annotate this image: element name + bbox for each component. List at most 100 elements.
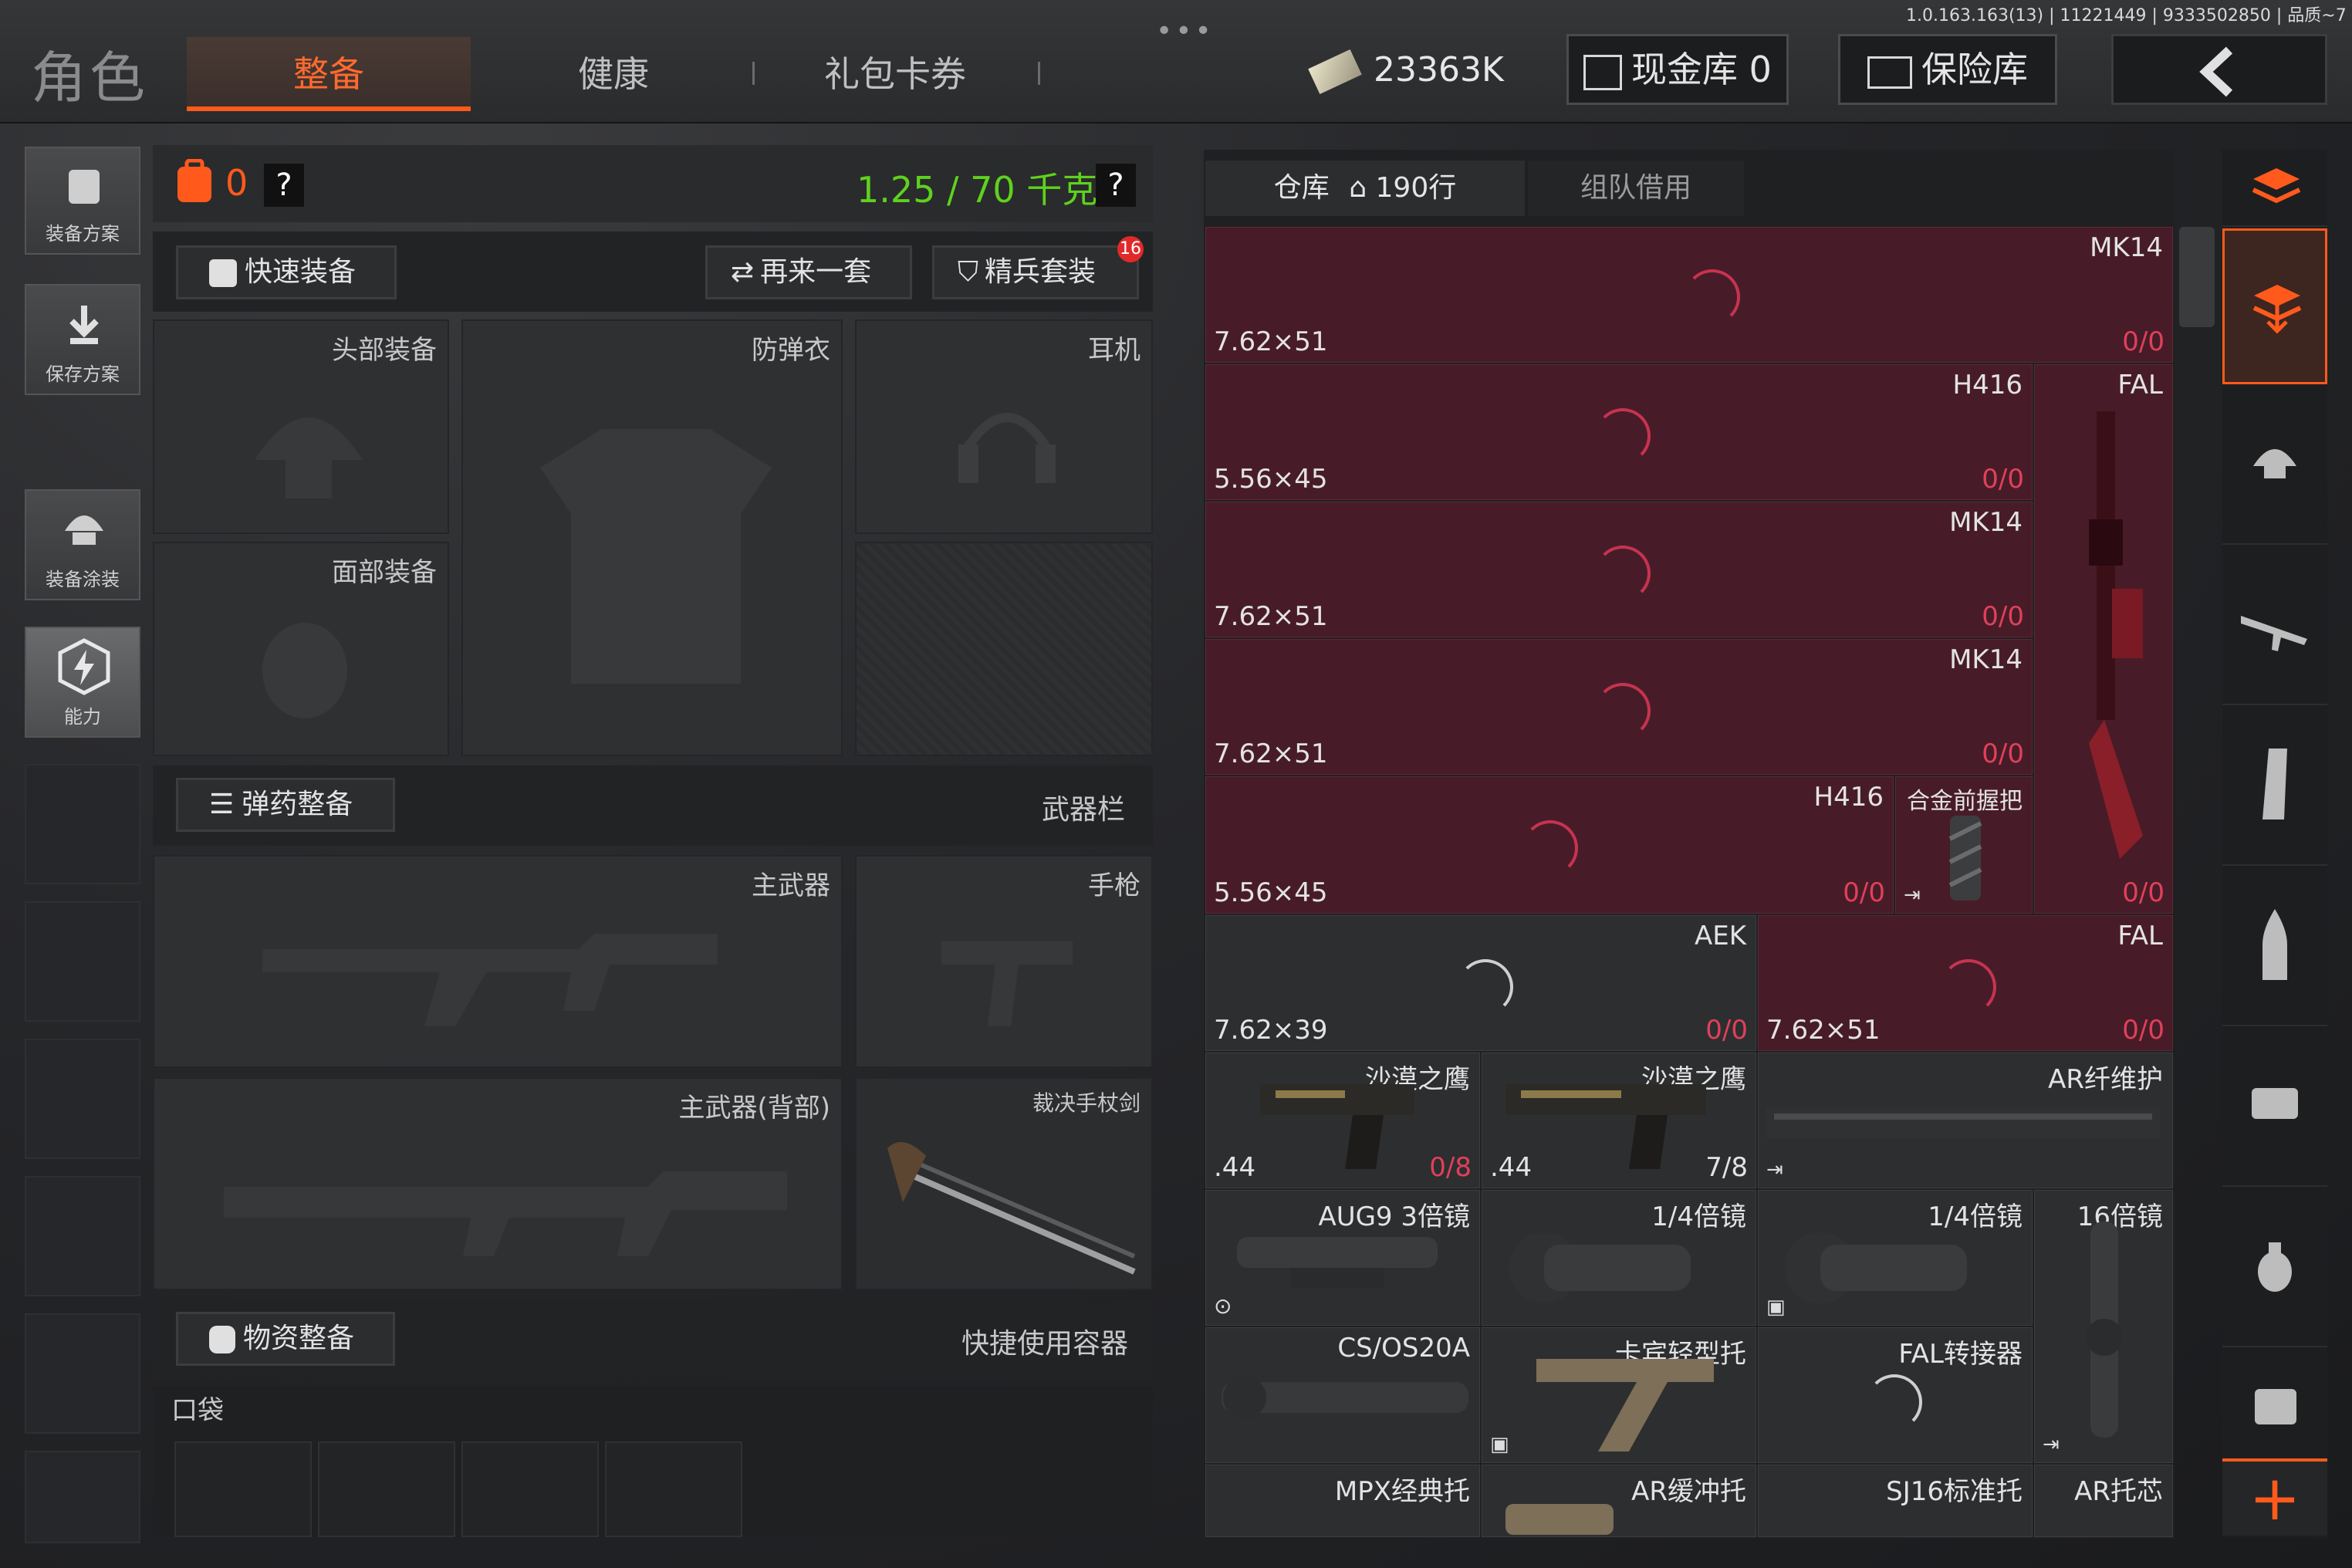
storage-item[interactable]: 沙漠之鹰 .44 0/8 [1205, 1053, 1480, 1188]
weight-help-icon[interactable]: ? [1096, 164, 1136, 207]
headset-slot[interactable]: 耳机 [855, 319, 1153, 534]
scope-icon [1237, 1237, 1438, 1288]
item-caliber: 5.56×45 [1214, 464, 1328, 495]
head-slot[interactable]: 头部装备 [153, 319, 449, 534]
quick-container-label: 快捷使用容器 [961, 1328, 1129, 1360]
quick-equip-label: 快速装备 [245, 256, 357, 288]
warehouse-rows: 190行 [1375, 172, 1457, 204]
lightning-hex-icon [58, 638, 110, 695]
item-name: MPX经典托 [1334, 1476, 1470, 1507]
supply-equip-button[interactable]: 物资整备 [176, 1312, 395, 1366]
safe-button[interactable]: 保险库 [1838, 34, 2057, 105]
storage-item[interactable]: FAL 0/0 [2034, 364, 2173, 914]
storage-item[interactable]: H416 5.56×45 0/0 [1205, 364, 2033, 500]
pocket-slot[interactable] [318, 1441, 455, 1537]
primary-weapon-slot[interactable]: 主武器 [153, 855, 843, 1068]
pocket-slot[interactable] [461, 1441, 599, 1537]
storage-item[interactable]: 16倍镜 ⇥ [2034, 1190, 2173, 1463]
item-count: 0/0 [1982, 464, 2024, 495]
item-caliber: .44 [1214, 1152, 1256, 1183]
shield-icon: ⛉ [958, 256, 979, 288]
loadout-plan-button[interactable]: 装备方案 [25, 147, 140, 255]
rail-rifle[interactable] [2222, 546, 2327, 705]
cash-vault-icon [1583, 54, 1623, 90]
item-count: 0/0 [1843, 877, 1885, 908]
container-icon [2255, 1389, 2296, 1424]
storage-item[interactable]: 1/4倍镜 ▣ [1758, 1190, 2033, 1326]
armor-silhouette-icon [540, 429, 772, 684]
storage-item[interactable]: AR纤维护 ⇥ [1758, 1053, 2173, 1188]
storage-item[interactable]: SJ16标准托 [1758, 1465, 2033, 1537]
face-slot[interactable]: 面部装备 [153, 542, 449, 756]
equipment-skin-button[interactable]: 装备涂装 [25, 489, 140, 600]
cash-vault-button[interactable]: 现金库 0 [1566, 34, 1789, 105]
rifle-icon [2241, 616, 2307, 651]
tab-equip[interactable]: 整备 [187, 37, 471, 111]
storage-item[interactable]: AR缓冲托 [1482, 1465, 1756, 1537]
tab-warehouse[interactable]: 仓库 ⌂ 190行 [1205, 161, 1525, 216]
money-icon [1308, 49, 1362, 94]
storage-item[interactable]: AEK 7.62×39 0/0 [1205, 915, 1756, 1051]
equipment-skin-label: 装备涂装 [46, 569, 120, 590]
rail-sight[interactable] [2222, 1028, 2327, 1187]
helmet-silhouette-icon [255, 417, 363, 498]
item-count: 0/0 [2122, 1015, 2164, 1046]
storage-item[interactable]: 1/4倍镜 [1482, 1190, 1756, 1326]
item-name: H416 [1813, 782, 1884, 813]
rail-grenade[interactable] [2222, 1188, 2327, 1347]
storage-item[interactable]: 沙漠之鹰 .44 7/8 [1482, 1053, 1756, 1188]
ammo-equip-button[interactable]: ☰ 弹药整备 [176, 778, 395, 832]
quick-equip-button[interactable]: 快速装备 [176, 245, 397, 299]
melee-slot[interactable]: 裁决手杖剑 [855, 1077, 1153, 1290]
elite-set-button[interactable]: ⛉ 精兵套装 [932, 245, 1139, 299]
rail-helmet[interactable] [2222, 386, 2327, 545]
pistol-slot[interactable]: 手枪 [855, 855, 1153, 1068]
storage-item[interactable]: FAL转接器 [1758, 1327, 2033, 1463]
storage-scrollbar[interactable] [2179, 227, 2215, 327]
rail-magazine[interactable] [2222, 707, 2327, 866]
rail-container[interactable] [2222, 1349, 2327, 1457]
storage-item[interactable]: MK14 7.62×51 0/0 [1205, 639, 2033, 775]
tab-health[interactable]: 健康 [502, 37, 725, 111]
tab-team-borrow[interactable]: 组队借用 [1528, 161, 1744, 216]
storage-item[interactable]: AR托芯 [2034, 1465, 2173, 1537]
item-count: 0/0 [2122, 326, 2164, 357]
tab-warehouse-label: 仓库 [1273, 172, 1330, 204]
rifle-back-silhouette-icon [224, 1171, 787, 1256]
item-count: 0/0 [2122, 877, 2164, 908]
storage-item[interactable]: MK14 7.62×51 0/0 [1205, 502, 2033, 637]
ability-button[interactable]: 能力 [25, 627, 140, 738]
rail-refresh[interactable] [2222, 150, 2327, 227]
storage-item[interactable]: 卡宾轻型托 ▣ [1482, 1327, 1756, 1463]
save-plan-button[interactable]: 保存方案 [25, 284, 140, 395]
storage-item[interactable]: AUG9 3倍镜 ⊙ [1205, 1190, 1480, 1326]
item-name: AR缓冲托 [1631, 1476, 1746, 1507]
storage-item[interactable]: FAL 7.62×51 0/0 [1758, 915, 2173, 1051]
more-icon[interactable]: ••• [1156, 15, 1215, 47]
help-icon[interactable]: ? [264, 164, 304, 207]
pocket-slot[interactable] [174, 1441, 312, 1537]
again-button[interactable]: ⇄ 再来一套 [705, 245, 912, 299]
add-button[interactable]: + [2222, 1458, 2327, 1536]
pocket-slot[interactable] [605, 1441, 742, 1537]
handguard-icon [1766, 1107, 2160, 1138]
tab-gift-cards[interactable]: 礼包卡券 [779, 37, 1011, 111]
primary-weapon-back-slot[interactable]: 主武器(背部) [153, 1077, 843, 1290]
rail-all-items[interactable] [2222, 228, 2327, 384]
sidebar-empty-slot [25, 901, 140, 1022]
back-button[interactable] [2111, 34, 2327, 105]
download-icon [69, 306, 99, 344]
attach-icon: ⇥ [1766, 1158, 1783, 1181]
storage-item[interactable]: MK14 7.62×51 0/0 [1205, 227, 2173, 363]
buffer-stock-icon [1505, 1504, 1614, 1535]
safe-label: 保险库 [1921, 49, 2028, 90]
storage-item[interactable]: CS/OS20A [1205, 1327, 1480, 1463]
storage-item[interactable]: MPX经典托 [1205, 1465, 1480, 1537]
tab-separator [752, 62, 755, 85]
storage-item[interactable]: H416 5.56×45 0/0 [1205, 776, 1894, 914]
safe-icon [1867, 56, 1912, 89]
armor-slot[interactable]: 防弹衣 [461, 319, 843, 756]
storage-item[interactable]: 合金前握把 ⇥ [1895, 776, 2033, 914]
rail-ammo[interactable] [2222, 867, 2327, 1026]
cane-sword-icon [887, 1142, 1136, 1275]
